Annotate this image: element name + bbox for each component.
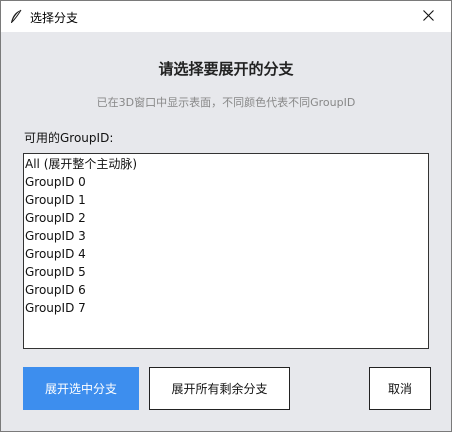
list-item-all[interactable]: All (展开整个主动脉) (24, 155, 428, 173)
cancel-button[interactable]: 取消 (369, 367, 431, 410)
close-icon (422, 9, 434, 24)
window-title: 选择分支 (30, 11, 79, 25)
groupid-list-label: 可用的GroupID: (24, 131, 114, 145)
list-item-groupid-4[interactable]: GroupID 4 (24, 245, 428, 263)
list-item-groupid-6[interactable]: GroupID 6 (24, 281, 428, 299)
title-bar: 选择分支 (1, 1, 451, 32)
list-item-groupid-1[interactable]: GroupID 1 (24, 191, 428, 209)
expand-selected-button[interactable]: 展开选中分支 (23, 367, 139, 410)
dialog-window: 选择分支 请选择要展开的分支 已在3D窗口中显示表面，不同颜色代表不同Group… (0, 0, 452, 432)
close-button[interactable] (405, 1, 451, 32)
dialog-subtitle: 已在3D窗口中显示表面，不同颜色代表不同GroupID (96, 96, 356, 109)
dialog-heading: 请选择要展开的分支 (158, 60, 294, 78)
groupid-listbox[interactable]: All (展开整个主动脉) GroupID 0 GroupID 1 GroupI… (23, 153, 429, 349)
list-item-groupid-2[interactable]: GroupID 2 (24, 209, 428, 227)
list-item-groupid-3[interactable]: GroupID 3 (24, 227, 428, 245)
list-item-groupid-0[interactable]: GroupID 0 (24, 173, 428, 191)
dialog-content: 请选择要展开的分支 已在3D窗口中显示表面，不同颜色代表不同GroupID 可用… (1, 32, 451, 431)
expand-all-remaining-button[interactable]: 展开所有剩余分支 (149, 367, 290, 410)
feather-icon (9, 9, 23, 25)
list-item-groupid-7[interactable]: GroupID 7 (24, 299, 428, 317)
list-item-groupid-5[interactable]: GroupID 5 (24, 263, 428, 281)
